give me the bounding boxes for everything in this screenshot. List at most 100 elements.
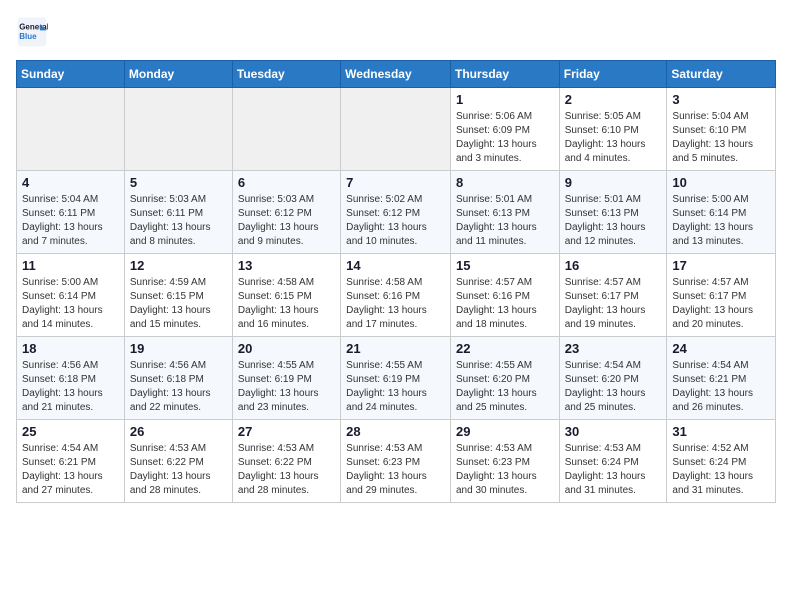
calendar-cell: 16Sunrise: 4:57 AM Sunset: 6:17 PM Dayli… xyxy=(559,254,667,337)
calendar-header: SundayMondayTuesdayWednesdayThursdayFrid… xyxy=(17,61,776,88)
weekday-header-row: SundayMondayTuesdayWednesdayThursdayFrid… xyxy=(17,61,776,88)
day-info: Sunrise: 4:53 AM Sunset: 6:23 PM Dayligh… xyxy=(456,442,554,498)
day-info: Sunrise: 4:54 AM Sunset: 6:21 PM Dayligh… xyxy=(22,442,119,498)
day-info: Sunrise: 4:59 AM Sunset: 6:15 PM Dayligh… xyxy=(130,276,227,332)
svg-text:Blue: Blue xyxy=(19,32,37,41)
day-info: Sunrise: 5:05 AM Sunset: 6:10 PM Dayligh… xyxy=(565,110,662,166)
day-number: 3 xyxy=(672,92,770,107)
day-number: 18 xyxy=(22,341,119,356)
day-info: Sunrise: 4:55 AM Sunset: 6:20 PM Dayligh… xyxy=(456,359,554,415)
day-info: Sunrise: 5:00 AM Sunset: 6:14 PM Dayligh… xyxy=(672,193,770,249)
calendar-cell: 11 Sunrise: 5:00 AM Sunset: 6:14 PM Dayli… xyxy=(17,254,125,337)
logo: General Blue xyxy=(16,16,52,48)
day-number: 2 xyxy=(565,92,662,107)
day-number: 7 xyxy=(346,175,445,190)
day-info: Sunrise: 5:04 AM Sunset: 6:11 PM Dayligh… xyxy=(22,193,119,249)
day-info: Sunrise: 4:54 AM Sunset: 6:21 PM Dayligh… xyxy=(672,359,770,415)
day-number: 20 xyxy=(238,341,335,356)
day-number: 14 xyxy=(346,258,445,273)
calendar-cell: 24Sunrise: 4:54 AM Sunset: 6:21 PM Dayli… xyxy=(667,337,776,420)
day-number: 8 xyxy=(456,175,554,190)
calendar-cell xyxy=(232,88,340,171)
day-info: Sunrise: 4:55 AM Sunset: 6:19 PM Dayligh… xyxy=(346,359,445,415)
calendar-cell: 12 Sunrise: 4:59 AM Sunset: 6:15 PM Dayli… xyxy=(124,254,232,337)
day-number: 28 xyxy=(346,424,445,439)
day-info: Sunrise: 5:01 AM Sunset: 6:13 PM Dayligh… xyxy=(456,193,554,249)
day-number: 31 xyxy=(672,424,770,439)
weekday-header: Tuesday xyxy=(232,61,340,88)
calendar-cell: 3 Sunrise: 5:04 AM Sunset: 6:10 PM Daylig… xyxy=(667,88,776,171)
day-info: Sunrise: 5:02 AM Sunset: 6:12 PM Dayligh… xyxy=(346,193,445,249)
day-info: Sunrise: 4:52 AM Sunset: 6:24 PM Dayligh… xyxy=(672,442,770,498)
weekday-header: Thursday xyxy=(450,61,559,88)
day-info: Sunrise: 5:00 AM Sunset: 6:14 PM Dayligh… xyxy=(22,276,119,332)
calendar-cell xyxy=(124,88,232,171)
logo-icon: General Blue xyxy=(16,16,48,48)
calendar-cell: 23 Sunrise: 4:54 AM Sunset: 6:20 PM Dayli… xyxy=(559,337,667,420)
day-info: Sunrise: 4:58 AM Sunset: 6:16 PM Dayligh… xyxy=(346,276,445,332)
calendar-cell: 22Sunrise: 4:55 AM Sunset: 6:20 PM Dayli… xyxy=(450,337,559,420)
day-info: Sunrise: 4:57 AM Sunset: 6:17 PM Dayligh… xyxy=(672,276,770,332)
day-info: Sunrise: 4:56 AM Sunset: 6:18 PM Dayligh… xyxy=(22,359,119,415)
weekday-header: Monday xyxy=(124,61,232,88)
day-info: Sunrise: 5:04 AM Sunset: 6:10 PM Dayligh… xyxy=(672,110,770,166)
calendar-cell: 21Sunrise: 4:55 AM Sunset: 6:19 PM Dayli… xyxy=(341,337,451,420)
calendar-cell: 26 Sunrise: 4:53 AM Sunset: 6:22 PM Dayli… xyxy=(124,420,232,503)
day-number: 12 xyxy=(130,258,227,273)
calendar-week-row: 25 Sunrise: 4:54 AM Sunset: 6:21 PM Dayli… xyxy=(17,420,776,503)
calendar-table: SundayMondayTuesdayWednesdayThursdayFrid… xyxy=(16,60,776,503)
day-info: Sunrise: 4:53 AM Sunset: 6:22 PM Dayligh… xyxy=(238,442,335,498)
calendar-cell: 4 Sunrise: 5:04 AM Sunset: 6:11 PM Daylig… xyxy=(17,171,125,254)
day-number: 4 xyxy=(22,175,119,190)
calendar-cell: 6Sunrise: 5:03 AM Sunset: 6:12 PM Daylig… xyxy=(232,171,340,254)
day-number: 13 xyxy=(238,258,335,273)
day-info: Sunrise: 4:53 AM Sunset: 6:24 PM Dayligh… xyxy=(565,442,662,498)
calendar-cell: 9 Sunrise: 5:01 AM Sunset: 6:13 PM Daylig… xyxy=(559,171,667,254)
day-info: Sunrise: 4:53 AM Sunset: 6:23 PM Dayligh… xyxy=(346,442,445,498)
day-number: 23 xyxy=(565,341,662,356)
day-number: 19 xyxy=(130,341,227,356)
calendar-cell: 7 Sunrise: 5:02 AM Sunset: 6:12 PM Daylig… xyxy=(341,171,451,254)
calendar-cell: 29 Sunrise: 4:53 AM Sunset: 6:23 PM Dayli… xyxy=(450,420,559,503)
calendar-week-row: 1 Sunrise: 5:06 AM Sunset: 6:09 PM Daylig… xyxy=(17,88,776,171)
day-number: 11 xyxy=(22,258,119,273)
day-info: Sunrise: 5:03 AM Sunset: 6:11 PM Dayligh… xyxy=(130,193,227,249)
day-info: Sunrise: 4:54 AM Sunset: 6:20 PM Dayligh… xyxy=(565,359,662,415)
day-info: Sunrise: 4:53 AM Sunset: 6:22 PM Dayligh… xyxy=(130,442,227,498)
calendar-cell: 19 Sunrise: 4:56 AM Sunset: 6:18 PM Dayli… xyxy=(124,337,232,420)
page-header: General Blue xyxy=(16,16,776,48)
day-number: 30 xyxy=(565,424,662,439)
calendar-cell: 8 Sunrise: 5:01 AM Sunset: 6:13 PM Daylig… xyxy=(450,171,559,254)
day-number: 15 xyxy=(456,258,554,273)
calendar-body: 1 Sunrise: 5:06 AM Sunset: 6:09 PM Daylig… xyxy=(17,88,776,503)
calendar-cell: 20 Sunrise: 4:55 AM Sunset: 6:19 PM Dayli… xyxy=(232,337,340,420)
day-info: Sunrise: 5:01 AM Sunset: 6:13 PM Dayligh… xyxy=(565,193,662,249)
day-number: 25 xyxy=(22,424,119,439)
calendar-cell: 10 Sunrise: 5:00 AM Sunset: 6:14 PM Dayli… xyxy=(667,171,776,254)
calendar-cell: 13Sunrise: 4:58 AM Sunset: 6:15 PM Dayli… xyxy=(232,254,340,337)
calendar-week-row: 4 Sunrise: 5:04 AM Sunset: 6:11 PM Daylig… xyxy=(17,171,776,254)
day-info: Sunrise: 4:55 AM Sunset: 6:19 PM Dayligh… xyxy=(238,359,335,415)
weekday-header: Sunday xyxy=(17,61,125,88)
day-number: 29 xyxy=(456,424,554,439)
day-info: Sunrise: 4:56 AM Sunset: 6:18 PM Dayligh… xyxy=(130,359,227,415)
calendar-cell: 30 Sunrise: 4:53 AM Sunset: 6:24 PM Dayli… xyxy=(559,420,667,503)
day-info: Sunrise: 5:06 AM Sunset: 6:09 PM Dayligh… xyxy=(456,110,554,166)
calendar-cell: 15Sunrise: 4:57 AM Sunset: 6:16 PM Dayli… xyxy=(450,254,559,337)
day-number: 26 xyxy=(130,424,227,439)
calendar-cell: 25 Sunrise: 4:54 AM Sunset: 6:21 PM Dayli… xyxy=(17,420,125,503)
calendar-cell: 31 Sunrise: 4:52 AM Sunset: 6:24 PM Dayli… xyxy=(667,420,776,503)
calendar-cell: 2 Sunrise: 5:05 AM Sunset: 6:10 PM Daylig… xyxy=(559,88,667,171)
day-number: 10 xyxy=(672,175,770,190)
day-number: 1 xyxy=(456,92,554,107)
calendar-cell: 17 Sunrise: 4:57 AM Sunset: 6:17 PM Dayli… xyxy=(667,254,776,337)
calendar-cell: 28 Sunrise: 4:53 AM Sunset: 6:23 PM Dayli… xyxy=(341,420,451,503)
day-number: 5 xyxy=(130,175,227,190)
day-number: 9 xyxy=(565,175,662,190)
calendar-cell: 5 Sunrise: 5:03 AM Sunset: 6:11 PM Daylig… xyxy=(124,171,232,254)
day-number: 17 xyxy=(672,258,770,273)
calendar-cell: 1 Sunrise: 5:06 AM Sunset: 6:09 PM Daylig… xyxy=(450,88,559,171)
calendar-cell: 14 Sunrise: 4:58 AM Sunset: 6:16 PM Dayli… xyxy=(341,254,451,337)
day-number: 6 xyxy=(238,175,335,190)
day-info: Sunrise: 4:57 AM Sunset: 6:17 PM Dayligh… xyxy=(565,276,662,332)
